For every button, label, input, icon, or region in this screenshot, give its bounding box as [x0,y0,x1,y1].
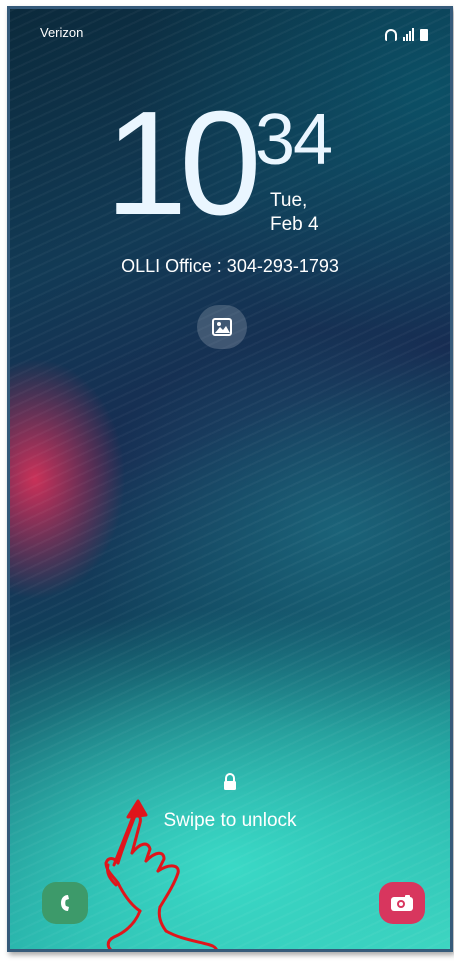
camera-shortcut-button[interactable] [379,882,425,924]
clock-hour: 10 [105,81,262,246]
swipe-to-unlock-hint: Swipe to unlock [163,810,297,831]
image-icon [212,318,232,336]
lockscreen-clock: 10 34 Tue, Feb 4 [105,81,365,246]
status-icons [385,21,428,41]
wifi-icon [385,29,397,41]
status-bar: Verizon [10,9,450,49]
clock-date: Feb 4 [270,214,319,235]
wallpaper-gallery-button[interactable] [197,305,247,349]
unlock-area[interactable]: Swipe to unlock [10,773,450,832]
phone-screen: Verizon 10 34 Tue, Feb 4 OLLI Office : 3… [7,6,453,952]
battery-icon [420,29,428,41]
signal-icon [403,28,414,41]
camera-icon [391,895,413,911]
lock-icon [224,773,236,790]
phone-icon [61,895,69,911]
owner-info-text: OLLI Office : 304-293-1793 [121,256,339,276]
carrier-name: Verizon [40,25,84,40]
clock-minute: 34 [255,100,333,180]
phone-shortcut-button[interactable] [42,882,88,924]
clock-day: Tue, [270,190,308,211]
